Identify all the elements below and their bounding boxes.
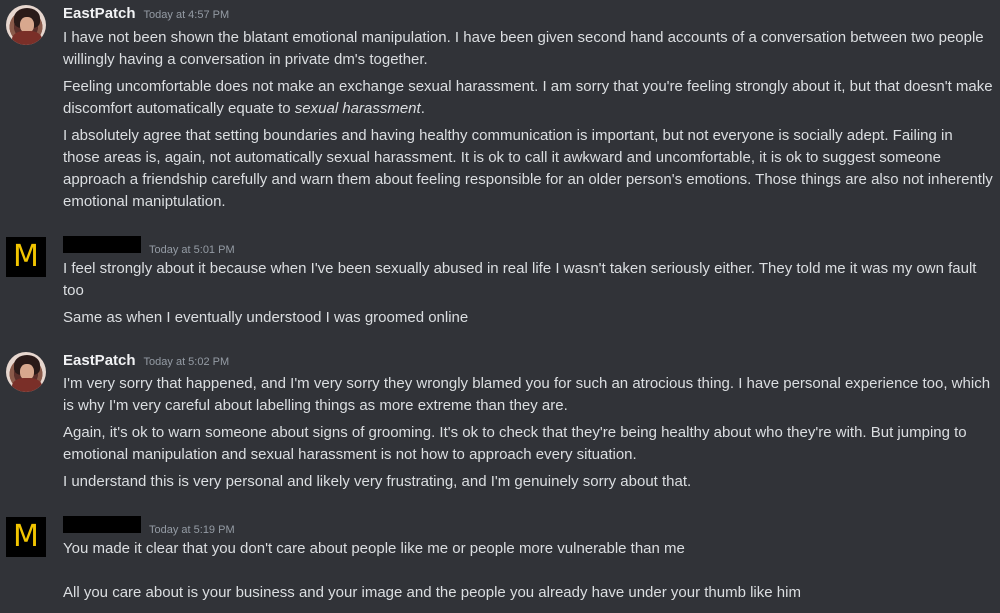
message-header: EastPatch Today at 5:02 PM: [63, 352, 229, 374]
message-text: I'm very sorry that happened, and I'm ve…: [63, 375, 991, 414]
message-text: All you care about is your business and …: [63, 584, 801, 601]
timestamp: Today at 5:01 PM: [149, 244, 235, 256]
user-avatar[interactable]: [6, 352, 46, 392]
message-text: I absolutely agree that setting boundari…: [63, 127, 993, 210]
message-text: Again, it's ok to warn someone about sig…: [63, 424, 967, 463]
message-text-part: Feeling uncomfortable does not make an e…: [63, 78, 993, 117]
user-avatar[interactable]: [6, 5, 46, 45]
message-header: Today at 5:01 PM: [63, 236, 235, 258]
message-text: I have not been shown the blatant emotio…: [63, 29, 984, 68]
timestamp: Today at 4:57 PM: [143, 9, 230, 21]
message-header: Today at 5:19 PM: [63, 516, 235, 538]
username[interactable]: EastPatch: [63, 5, 136, 22]
avatar-letter: M: [13, 239, 39, 274]
timestamp: Today at 5:19 PM: [149, 524, 235, 536]
avatar-letter: M: [13, 519, 39, 554]
message-text: You made it clear that you don't care ab…: [63, 540, 685, 557]
italic-text: sexual harassment: [294, 100, 421, 117]
user-avatar[interactable]: M: [6, 517, 46, 557]
message-text: I understand this is very personal and l…: [63, 473, 692, 490]
redacted-username: [63, 516, 141, 533]
user-avatar[interactable]: M: [6, 237, 46, 277]
message-text: Feeling uncomfortable does not make an e…: [63, 78, 993, 117]
timestamp: Today at 5:02 PM: [143, 356, 230, 368]
message-header: EastPatch Today at 4:57 PM: [63, 5, 229, 27]
redacted-username: [63, 236, 141, 253]
username[interactable]: EastPatch: [63, 352, 136, 369]
message-text: I feel strongly about it because when I'…: [63, 260, 977, 299]
message-text: Same as when I eventually understood I w…: [63, 309, 469, 326]
